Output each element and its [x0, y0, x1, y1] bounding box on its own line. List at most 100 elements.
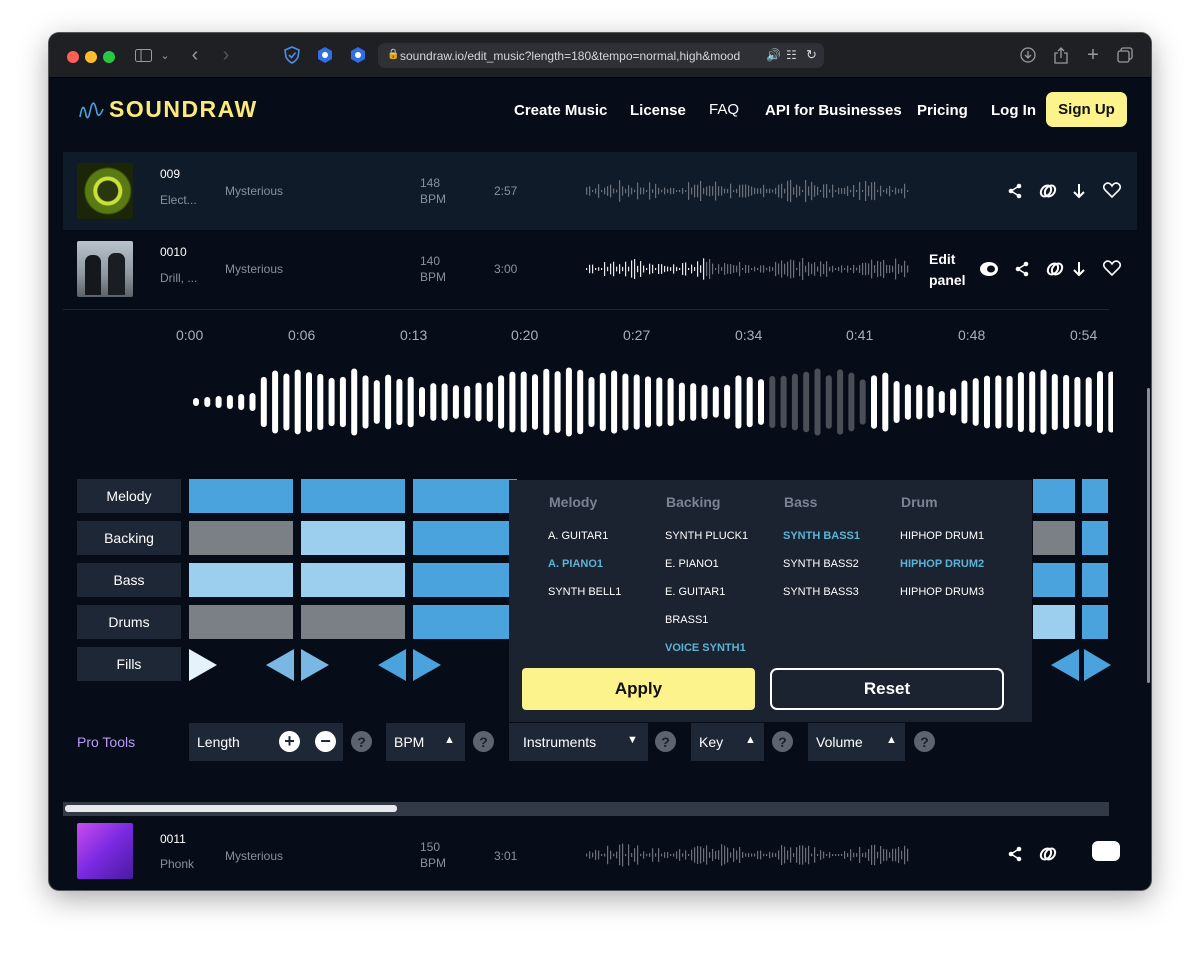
vertical-scrollbar[interactable] [1147, 388, 1150, 683]
waveform-bar [898, 189, 900, 193]
edit-panel-toggle-icon[interactable] [979, 259, 999, 279]
drums-block[interactable] [189, 605, 293, 639]
instruments-help-icon[interactable]: ? [655, 731, 676, 752]
url-bar[interactable]: 🔒 soundraw.io/edit_music?length=180&temp… [378, 43, 824, 68]
instrument-option-selected[interactable]: A. PIANO1 [548, 558, 603, 570]
minimize-window-button[interactable] [85, 51, 97, 63]
melody-block[interactable] [189, 479, 293, 513]
track-row-0011[interactable]: 0011 Phonk Mysterious 150 BPM 3:01 [63, 817, 1137, 890]
plus-icon[interactable]: + [279, 731, 300, 752]
tabs-overview-icon[interactable] [1115, 44, 1135, 66]
bpm-help-icon[interactable]: ? [473, 731, 494, 752]
new-tab-icon[interactable]: + [1083, 44, 1103, 66]
bass-block[interactable] [189, 563, 293, 597]
sidebar-toggle-icon[interactable] [133, 44, 153, 66]
heart-icon[interactable] [1102, 180, 1122, 200]
bass-block[interactable] [1082, 563, 1108, 597]
backing-block[interactable] [189, 521, 293, 555]
download-arrow-icon[interactable] [1069, 259, 1089, 279]
close-window-button[interactable] [67, 51, 79, 63]
similar-link-icon[interactable] [1038, 844, 1058, 864]
download-arrow-icon[interactable] [1069, 181, 1089, 201]
back-arrow-icon[interactable]: ‹ [186, 44, 204, 66]
nav-license[interactable]: License [630, 102, 686, 119]
bpm-control[interactable]: BPM ▲ [386, 723, 465, 761]
waveform-bar [1085, 377, 1092, 427]
speaker-icon[interactable]: 🔊 [766, 48, 781, 62]
horizontal-scrollbar[interactable] [63, 802, 1109, 816]
backing-block[interactable] [413, 521, 517, 555]
reload-icon[interactable]: ↻ [806, 47, 817, 63]
melody-block[interactable] [301, 479, 405, 513]
waveform-bar [670, 267, 672, 271]
instrument-option[interactable]: HIPHOP DRUM1 [900, 530, 984, 542]
drums-block[interactable] [301, 605, 405, 639]
track-waveform[interactable] [586, 176, 911, 206]
bass-block[interactable] [1033, 563, 1075, 597]
heart-icon[interactable] [1102, 258, 1122, 278]
edit-panel-label[interactable]: Edit panel [929, 249, 966, 291]
length-help-icon[interactable]: ? [351, 731, 372, 752]
melody-block[interactable] [413, 479, 517, 513]
forward-arrow-icon[interactable]: › [217, 44, 235, 66]
volume-help-icon[interactable]: ? [914, 731, 935, 752]
zoom-window-button[interactable] [103, 51, 115, 63]
track-waveform[interactable] [586, 254, 911, 284]
nav-faq[interactable]: FAQ [709, 101, 739, 118]
track-waveform[interactable] [586, 840, 911, 870]
bass-block[interactable] [413, 563, 517, 597]
share-icon[interactable] [1005, 844, 1025, 864]
instrument-option-selected[interactable]: VOICE SYNTH1 [665, 642, 746, 654]
nav-create-music[interactable]: Create Music [514, 102, 607, 119]
reset-button[interactable]: Reset [770, 668, 1004, 710]
melody-block[interactable] [1082, 479, 1108, 513]
key-help-icon[interactable]: ? [772, 731, 793, 752]
similar-link-icon[interactable] [1038, 181, 1058, 201]
instrument-option[interactable]: HIPHOP DRUM3 [900, 586, 984, 598]
instrument-option[interactable]: A. GUITAR1 [548, 530, 608, 542]
share-icon[interactable] [1005, 181, 1025, 201]
bass-block[interactable] [301, 563, 405, 597]
download-icon[interactable] [1018, 44, 1038, 66]
nav-pricing[interactable]: Pricing [917, 102, 968, 119]
drums-block[interactable] [1033, 605, 1075, 639]
soundraw-logo[interactable]: SOUNDRAW [79, 96, 258, 123]
instrument-option[interactable]: E. GUITAR1 [665, 586, 725, 598]
chat-bubble-icon[interactable] [1092, 841, 1120, 861]
share-icon[interactable] [1051, 44, 1071, 66]
drums-block[interactable] [1082, 605, 1108, 639]
translate-icon[interactable]: ☷ [786, 48, 797, 62]
similar-link-icon[interactable] [1045, 259, 1065, 279]
sign-up-button[interactable]: Sign Up [1046, 92, 1127, 127]
shield-icon[interactable] [282, 44, 302, 66]
track-row-0010[interactable]: 0010 Drill, ... Mysterious 140 BPM 3:00 E… [63, 230, 1137, 308]
instrument-option-selected[interactable]: SYNTH BASS1 [783, 530, 860, 542]
main-waveform[interactable] [183, 362, 1113, 442]
instrument-option[interactable]: SYNTH BASS2 [783, 558, 859, 570]
drums-block[interactable] [413, 605, 517, 639]
instrument-option[interactable]: SYNTH BASS3 [783, 586, 859, 598]
nav-api-for-businesses[interactable]: API for Businesses [765, 102, 902, 119]
instruments-control[interactable]: Instruments ▼ [509, 723, 648, 761]
extension-hex-icon[interactable] [348, 44, 368, 66]
chevron-down-icon[interactable]: ⌄ [158, 44, 172, 66]
waveform-bar [694, 847, 696, 863]
backing-block[interactable] [301, 521, 405, 555]
melody-block[interactable] [1033, 479, 1075, 513]
minus-icon[interactable]: − [315, 731, 336, 752]
backing-block[interactable] [1033, 521, 1075, 555]
backing-block[interactable] [1082, 521, 1108, 555]
volume-control[interactable]: Volume ▲ [808, 723, 905, 761]
instrument-option[interactable]: SYNTH PLUCK1 [665, 530, 748, 542]
key-control[interactable]: Key ▲ [691, 723, 764, 761]
instrument-option[interactable]: E. PIANO1 [665, 558, 719, 570]
instrument-option-selected[interactable]: HIPHOP DRUM2 [900, 558, 984, 570]
instrument-option[interactable]: SYNTH BELL1 [548, 586, 621, 598]
track-row-009[interactable]: 009 Elect... Mysterious 148 BPM 2:57 [63, 152, 1137, 230]
instrument-option[interactable]: BRASS1 [665, 614, 708, 626]
scrollbar-thumb[interactable] [65, 805, 397, 812]
share-icon[interactable] [1012, 259, 1032, 279]
apply-button[interactable]: Apply [522, 668, 755, 710]
extension-shield-icon[interactable] [315, 44, 335, 66]
nav-log-in[interactable]: Log In [991, 102, 1036, 119]
